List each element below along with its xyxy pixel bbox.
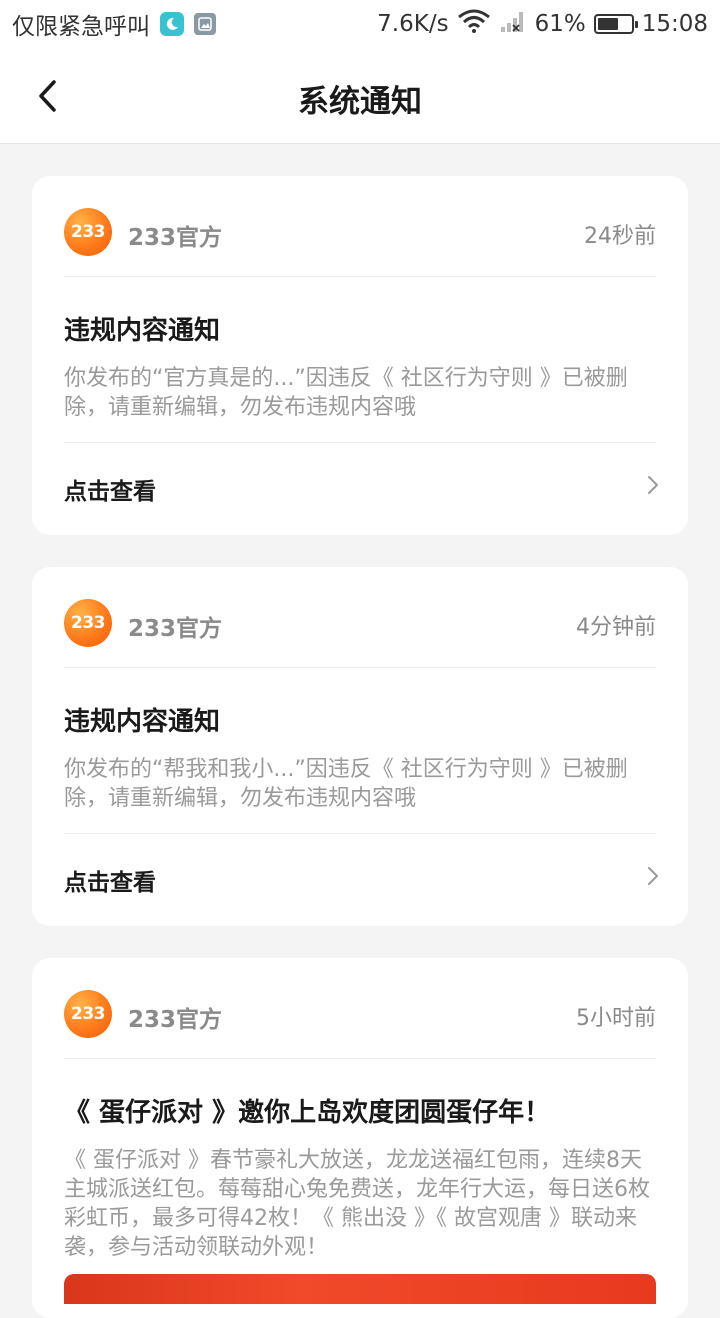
notification-body: 你发布的“官方真是的...”因违反《 社区行为守则 》已被删除，请重新编辑，勿发… <box>64 366 628 420</box>
image-icon <box>194 13 216 35</box>
notification-title: 违规内容通知 <box>64 707 221 737</box>
page-title: 系统通知 <box>298 84 422 120</box>
card-header: 233 233官方 4分钟前 <box>64 599 656 647</box>
notification-card: 233 233官方 24秒前 违规内容通知 你发布的“官方真是的...”因违反《… <box>32 176 688 535</box>
timestamp: 4分钟前 <box>576 615 656 640</box>
notification-body: 你发布的“帮我和我小...”因违反《 社区行为守则 》已被删除，请重新编辑，勿发… <box>64 757 628 811</box>
event-banner-image[interactable] <box>64 1274 656 1304</box>
avatar[interactable]: 233 <box>64 208 112 256</box>
moon-icon <box>160 12 184 36</box>
card-header: 233 233官方 5小时前 <box>64 990 656 1038</box>
status-bar-right: 7.6K/s 61% 15:08 <box>377 9 720 39</box>
notification-body: 《 蛋仔派对 》春节豪礼大放送，龙龙送福红包雨，连续8天主城派送红包。莓莓甜心兔… <box>64 1148 650 1260</box>
battery-percent: 61% <box>534 11 586 37</box>
divider <box>64 1058 656 1059</box>
battery-icon <box>593 14 638 34</box>
divider <box>64 442 656 443</box>
avatar[interactable]: 233 <box>64 599 112 647</box>
view-details-link[interactable]: 点击查看 <box>64 466 660 506</box>
notification-card: 233 233官方 4分钟前 违规内容通知 你发布的“帮我和我小...”因违反《… <box>32 567 688 926</box>
notification-title: 《 蛋仔派对 》邀你上岛欢度团圆蛋仔年！ <box>64 1098 551 1128</box>
notification-card: 233 233官方 5小时前 《 蛋仔派对 》邀你上岛欢度团圆蛋仔年！ 《 蛋仔… <box>32 958 688 1318</box>
wifi-icon <box>457 9 491 39</box>
status-bar-left: 仅限紧急呼叫 <box>0 7 216 41</box>
net-speed: 7.6K/s <box>377 11 449 37</box>
chevron-right-icon <box>648 867 658 885</box>
view-details-label: 点击查看 <box>64 870 156 896</box>
timestamp: 5小时前 <box>576 1006 656 1031</box>
notification-title: 违规内容通知 <box>64 316 221 346</box>
card-header: 233 233官方 24秒前 <box>64 208 656 256</box>
divider <box>64 276 656 277</box>
avatar[interactable]: 233 <box>64 990 112 1038</box>
signal-icon <box>499 9 527 39</box>
view-details-link[interactable]: 点击查看 <box>64 857 660 897</box>
battery-fill <box>597 18 618 30</box>
author-name[interactable]: 233官方 <box>128 1000 222 1034</box>
nav-bar: 系统通知 <box>0 48 720 144</box>
divider <box>64 833 656 834</box>
divider <box>64 667 656 668</box>
author-name[interactable]: 233官方 <box>128 218 222 252</box>
author-name[interactable]: 233官方 <box>128 609 222 643</box>
view-details-label: 点击查看 <box>64 479 156 505</box>
status-bar: 仅限紧急呼叫 7.6K/s 61% 15:08 <box>0 0 720 48</box>
carrier-text: 仅限紧急呼叫 <box>12 14 150 40</box>
timestamp: 24秒前 <box>584 224 656 249</box>
clock: 15:08 <box>641 11 708 37</box>
chevron-right-icon <box>648 476 658 494</box>
